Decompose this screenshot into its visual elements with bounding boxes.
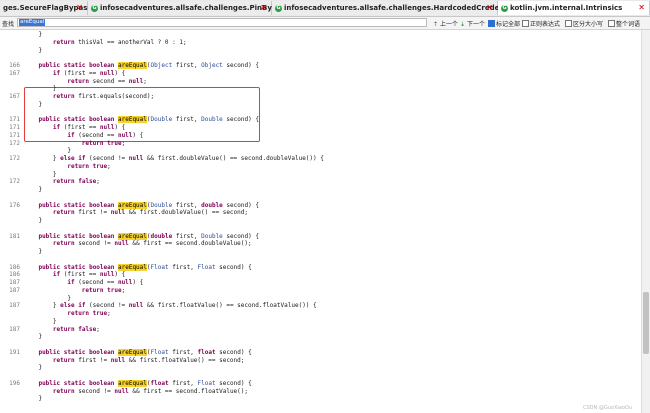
checkbox-icon [565,20,572,27]
whole-word-checkbox[interactable]: 整个词语 [608,19,640,28]
tab-2[interactable]: Ginfosecadventures.allsafe.challenges.Ha… [272,1,521,15]
tab-bar: ges.SecureFlagBypass ✕ Ginfosecadventures.… [0,0,650,17]
arrow-down-icon: ⇣ [460,21,466,28]
class-icon: G [275,4,282,12]
close-icon[interactable]: ✕ [638,1,645,15]
close-icon[interactable]: ✕ [486,1,493,15]
code-line: } [0,394,640,403]
watermark: CSDN @GuoXiaoOu [583,405,632,411]
case-checkbox[interactable]: 区分大小写 [565,19,603,28]
prev-button[interactable]: ⇡ 上一个 [433,19,458,28]
close-icon[interactable]: ✕ [76,1,83,15]
search-input[interactable]: areEqual [17,18,427,27]
mark-all-checkbox[interactable]: 标记全部 [488,19,520,28]
class-icon: G [501,4,508,12]
tab-label: kotlin.jvm.internal.Intrinsics [510,4,623,12]
arrow-up-icon: ⇡ [433,21,439,28]
checkbox-icon [608,20,615,27]
class-icon: G [91,4,98,12]
close-icon[interactable]: ✕ [260,1,267,15]
scrollbar-thumb[interactable] [643,292,649,354]
search-label: 查找 [2,21,15,28]
next-button[interactable]: ⇣ 下一个 [460,19,485,28]
search-query[interactable]: areEqual [19,19,46,26]
search-bar: 查找 areEqual ⇡ 上一个 ⇣ 下一个 标记全部 正则表达式 区分大小写… [0,17,650,30]
code-text: } [24,395,43,403]
vertical-scrollbar[interactable] [641,30,650,413]
tab-3[interactable]: Gkotlin.jvm.internal.Intrinsics ✕ [498,1,650,15]
tab-0[interactable]: ges.SecureFlagBypass ✕ [0,1,92,15]
checkbox-checked-icon [488,20,495,27]
checkbox-icon [522,20,529,27]
tab-1[interactable]: Ginfosecadventures.allsafe.challenges.Pi… [88,1,290,15]
code-editor[interactable]: } return thisVal == anotherVal ? 0 : 1; … [0,30,640,413]
regex-checkbox[interactable]: 正则表达式 [522,19,560,28]
